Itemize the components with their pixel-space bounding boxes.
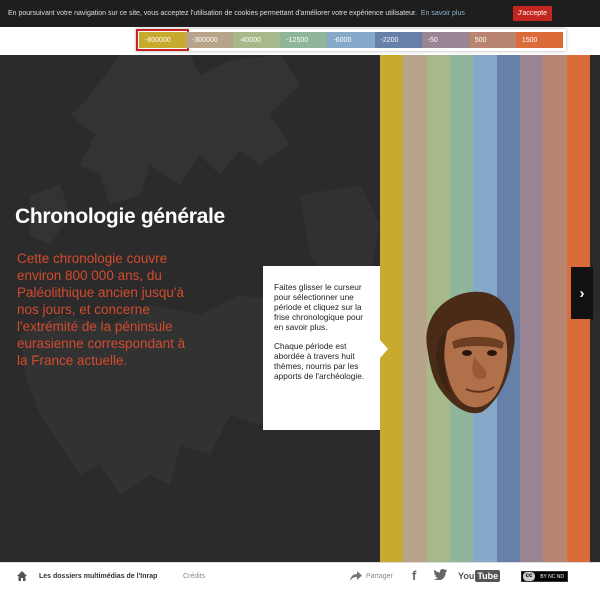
- share-icon: [350, 571, 362, 581]
- site-title-link[interactable]: Les dossiers multimédias de l'Inrap: [39, 573, 157, 580]
- cookie-more-link[interactable]: En savoir plus: [421, 10, 465, 17]
- timeline-segment[interactable]: 1500: [515, 32, 563, 48]
- timeline-band[interactable]: [519, 55, 544, 562]
- footer: Les dossiers multimédias de l'Inrap Créd…: [0, 562, 600, 589]
- timeline-segment[interactable]: -800000: [135, 29, 190, 51]
- youtube-link[interactable]: You Tube: [458, 570, 501, 582]
- timeline-segment[interactable]: -300000: [186, 32, 234, 48]
- next-arrow-button[interactable]: ›: [571, 267, 593, 319]
- instruction-tooltip: Faites glisser le curseur pour sélection…: [263, 266, 388, 430]
- tooltip-paragraph-2: Chaque période est abordée à travers hui…: [274, 341, 365, 381]
- timeline-band[interactable]: [380, 55, 404, 562]
- cookie-accept-button[interactable]: J'accepte: [512, 6, 552, 21]
- main-panel: Chronologie générale Cette chronologie c…: [0, 55, 600, 562]
- facebook-icon[interactable]: f: [412, 568, 416, 583]
- home-icon[interactable]: [16, 570, 28, 582]
- timeline-bar: -800000 -300000 -40000 -12500 -6000 -2200 -50 5…: [0, 27, 600, 55]
- timeline-strip[interactable]: -800000 -300000 -40000 -12500 -6000 -2200 -50 5…: [135, 29, 566, 51]
- cookie-banner: En poursuivant votre navigation sur ce s…: [0, 0, 600, 27]
- timeline-segment[interactable]: -50: [421, 32, 469, 48]
- cookie-text: En poursuivant votre navigation sur ce s…: [8, 10, 417, 17]
- timeline-segment[interactable]: -12500: [280, 32, 328, 48]
- share-button[interactable]: Partager: [350, 571, 393, 581]
- share-label: Partager: [366, 572, 393, 580]
- license-badge[interactable]: BY NC ND: [521, 571, 568, 582]
- tooltip-paragraph-1: Faites glisser le curseur pour sélection…: [274, 282, 364, 332]
- youtube-tube: Tube: [475, 570, 501, 582]
- timeline-segment[interactable]: 500: [468, 32, 516, 48]
- timeline-segment[interactable]: -40000: [233, 32, 281, 48]
- timeline-segment[interactable]: -2200: [374, 32, 422, 48]
- credits-link[interactable]: Crédits: [183, 573, 205, 580]
- homo-erectus-portrait: [426, 291, 515, 414]
- intro-text: Cette chronologie couvre environ 800 000…: [17, 251, 186, 368]
- page-title: Chronologie générale: [15, 205, 225, 228]
- timeline-segment[interactable]: -6000: [327, 32, 375, 48]
- youtube-you: You: [458, 571, 475, 581]
- timeline-band[interactable]: [543, 55, 567, 562]
- twitter-icon[interactable]: [434, 569, 447, 580]
